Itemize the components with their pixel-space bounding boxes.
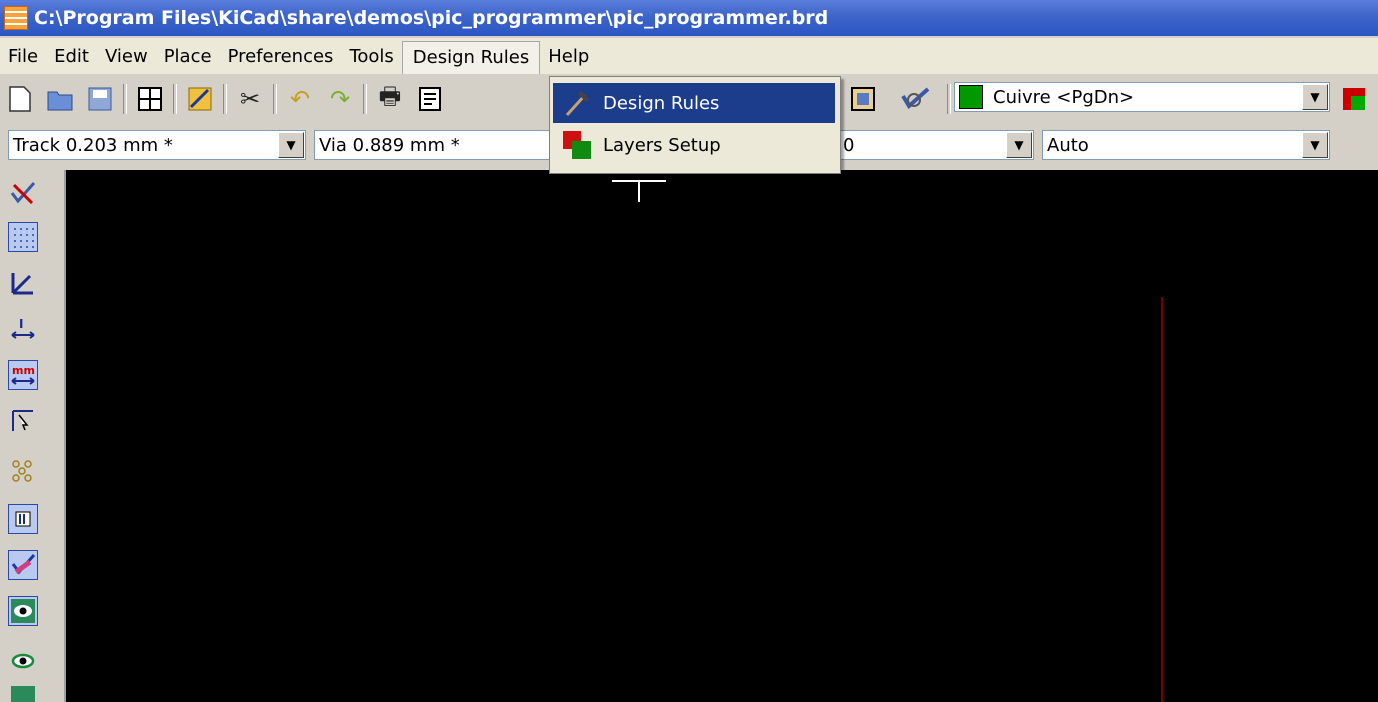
layer-select[interactable]: Cuivre <PgDn> ▼ (954, 82, 1330, 112)
chevron-down-icon[interactable]: ▼ (1302, 132, 1328, 158)
window-title: C:\Program Files\KiCad\share\demos\pic_p… (34, 7, 829, 29)
track-width-select[interactable]: Track 0.203 mm * ▼ (8, 130, 306, 160)
menu-design-rules[interactable]: Design Rules (401, 41, 541, 75)
zoom-value: Auto (1047, 134, 1089, 156)
units-mm-icon[interactable]: mm (8, 360, 38, 390)
svg-text:I: I (19, 317, 23, 331)
toolbar-separator (273, 84, 277, 114)
menu-view[interactable]: View (97, 42, 156, 71)
toolbar-separator (223, 84, 227, 114)
layer-select-value: Cuivre <PgDn> (993, 86, 1135, 108)
track-width-value: Track 0.203 mm * (13, 134, 173, 156)
toolbar-separator (363, 84, 367, 114)
layers-icon (561, 129, 593, 161)
plot-icon[interactable] (413, 82, 447, 116)
show-tracks-icon[interactable] (8, 686, 38, 702)
open-board-icon[interactable] (43, 82, 77, 116)
units-inch-icon[interactable]: I (8, 314, 38, 344)
toolbar-separator (947, 84, 951, 114)
menu-item-design-rules[interactable]: Design Rules (553, 83, 835, 123)
toolbar-separator (173, 84, 177, 114)
crosshair-cursor-vertical (638, 180, 640, 202)
polar-coords-icon[interactable] (8, 268, 38, 298)
show-zones-icon[interactable] (8, 596, 38, 626)
hammer-icon (561, 87, 593, 119)
chevron-down-icon[interactable]: ▼ (1302, 84, 1328, 110)
board-edge-line (1161, 297, 1163, 702)
board-canvas[interactable] (66, 170, 1378, 702)
cursor-shape-icon[interactable] (8, 406, 38, 436)
menu-preferences[interactable]: Preferences (220, 42, 342, 71)
toolbar-separator (123, 84, 127, 114)
layer-color-swatch (959, 85, 983, 109)
via-size-value: Via 0.889 mm * (319, 134, 460, 156)
show-pads-icon[interactable] (8, 646, 38, 676)
menu-tools[interactable]: Tools (341, 42, 401, 71)
menu-help[interactable]: Help (540, 42, 597, 71)
module-ratsnest-icon[interactable] (8, 504, 38, 534)
left-toolbar: I mm (0, 170, 66, 702)
drc-icon[interactable] (898, 82, 932, 116)
auto-delete-track-icon[interactable] (8, 550, 38, 580)
design-rules-dropdown: Design Rules Layers Setup (549, 76, 841, 174)
load-module-icon[interactable] (183, 82, 217, 116)
kicad-app-icon[interactable] (4, 6, 28, 30)
via-size-select[interactable]: Via 0.889 mm * (314, 130, 550, 160)
menu-bar: File Edit View Place Preferences Tools D… (0, 38, 1378, 75)
cut-icon[interactable]: ✂ (233, 82, 267, 116)
menu-item-label: Layers Setup (603, 134, 721, 156)
drc-off-icon[interactable] (8, 178, 38, 208)
title-bar: C:\Program Files\KiCad\share\demos\pic_p… (0, 0, 1378, 36)
save-board-icon[interactable] (83, 82, 117, 116)
svg-text:mm: mm (12, 364, 35, 377)
menu-file[interactable]: File (0, 42, 46, 71)
select-layer-pair-icon[interactable] (1337, 82, 1371, 116)
grid-select[interactable]: 0 ▼ (838, 130, 1034, 160)
new-board-icon[interactable] (3, 82, 37, 116)
redo-icon[interactable]: ↷ (323, 82, 357, 116)
ratsnest-icon[interactable] (8, 456, 38, 486)
zoom-select[interactable]: Auto ▼ (1042, 130, 1330, 160)
grid-value: 0 (843, 134, 855, 156)
menu-edit[interactable]: Edit (46, 42, 97, 71)
print-icon[interactable]: 🖶 (373, 82, 407, 116)
page-settings-icon[interactable] (133, 82, 167, 116)
grid-icon[interactable] (8, 222, 38, 252)
menu-place[interactable]: Place (156, 42, 220, 71)
chevron-down-icon[interactable]: ▼ (278, 132, 304, 158)
netlist-icon[interactable] (846, 82, 880, 116)
undo-icon[interactable]: ↶ (283, 82, 317, 116)
menu-item-label: Design Rules (603, 92, 720, 114)
menu-item-layers-setup[interactable]: Layers Setup (553, 125, 835, 165)
chevron-down-icon[interactable]: ▼ (1006, 132, 1032, 158)
